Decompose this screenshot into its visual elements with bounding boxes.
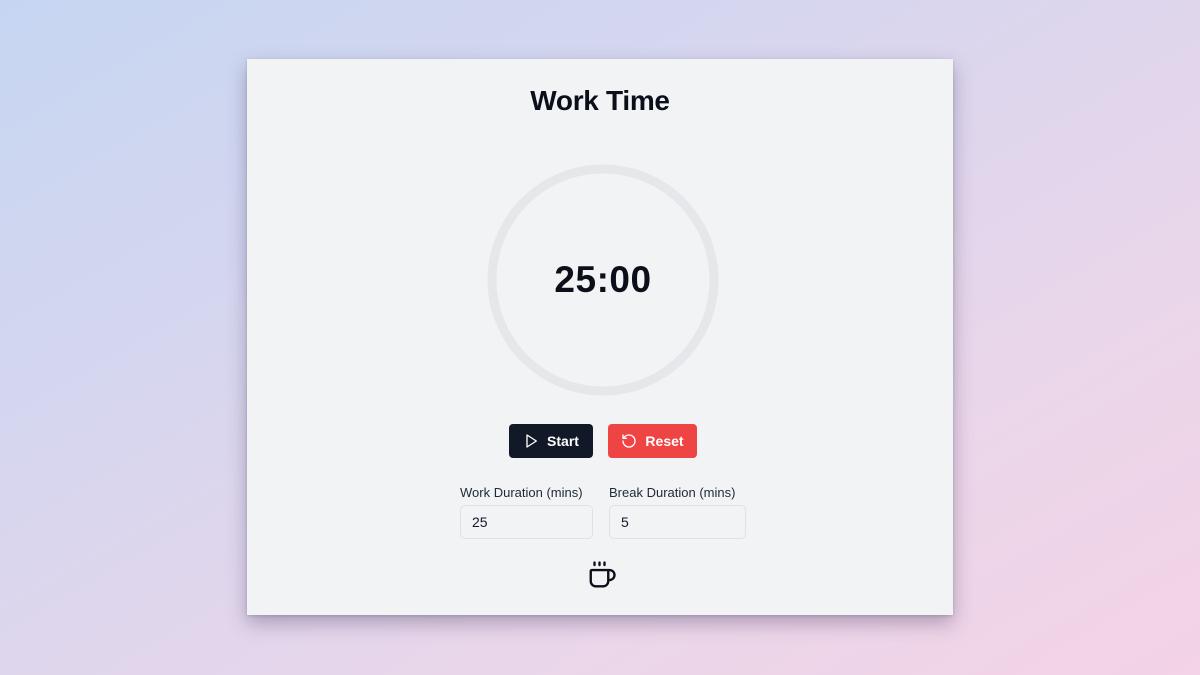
rotate-ccw-icon bbox=[621, 433, 637, 449]
work-duration-field: Work Duration (mins) bbox=[460, 485, 593, 539]
start-button-label: Start bbox=[547, 433, 579, 449]
pomodoro-card: Work Time 25:00 Start Reset Work Duratio… bbox=[247, 59, 953, 615]
coffee-icon bbox=[587, 560, 617, 590]
reset-button-label: Reset bbox=[645, 433, 684, 449]
work-duration-label: Work Duration (mins) bbox=[460, 485, 583, 500]
timer-dial: 25:00 bbox=[487, 164, 719, 396]
break-duration-field: Break Duration (mins) bbox=[609, 485, 746, 539]
work-duration-input[interactable] bbox=[460, 505, 593, 539]
countdown-display: 25:00 bbox=[554, 259, 652, 300]
break-duration-label: Break Duration (mins) bbox=[609, 485, 736, 500]
play-icon bbox=[523, 433, 539, 449]
timer-mode-title: Work Time bbox=[530, 85, 670, 116]
break-duration-input[interactable] bbox=[609, 505, 746, 539]
reset-button[interactable]: Reset bbox=[608, 424, 697, 458]
start-button[interactable]: Start bbox=[509, 424, 593, 458]
